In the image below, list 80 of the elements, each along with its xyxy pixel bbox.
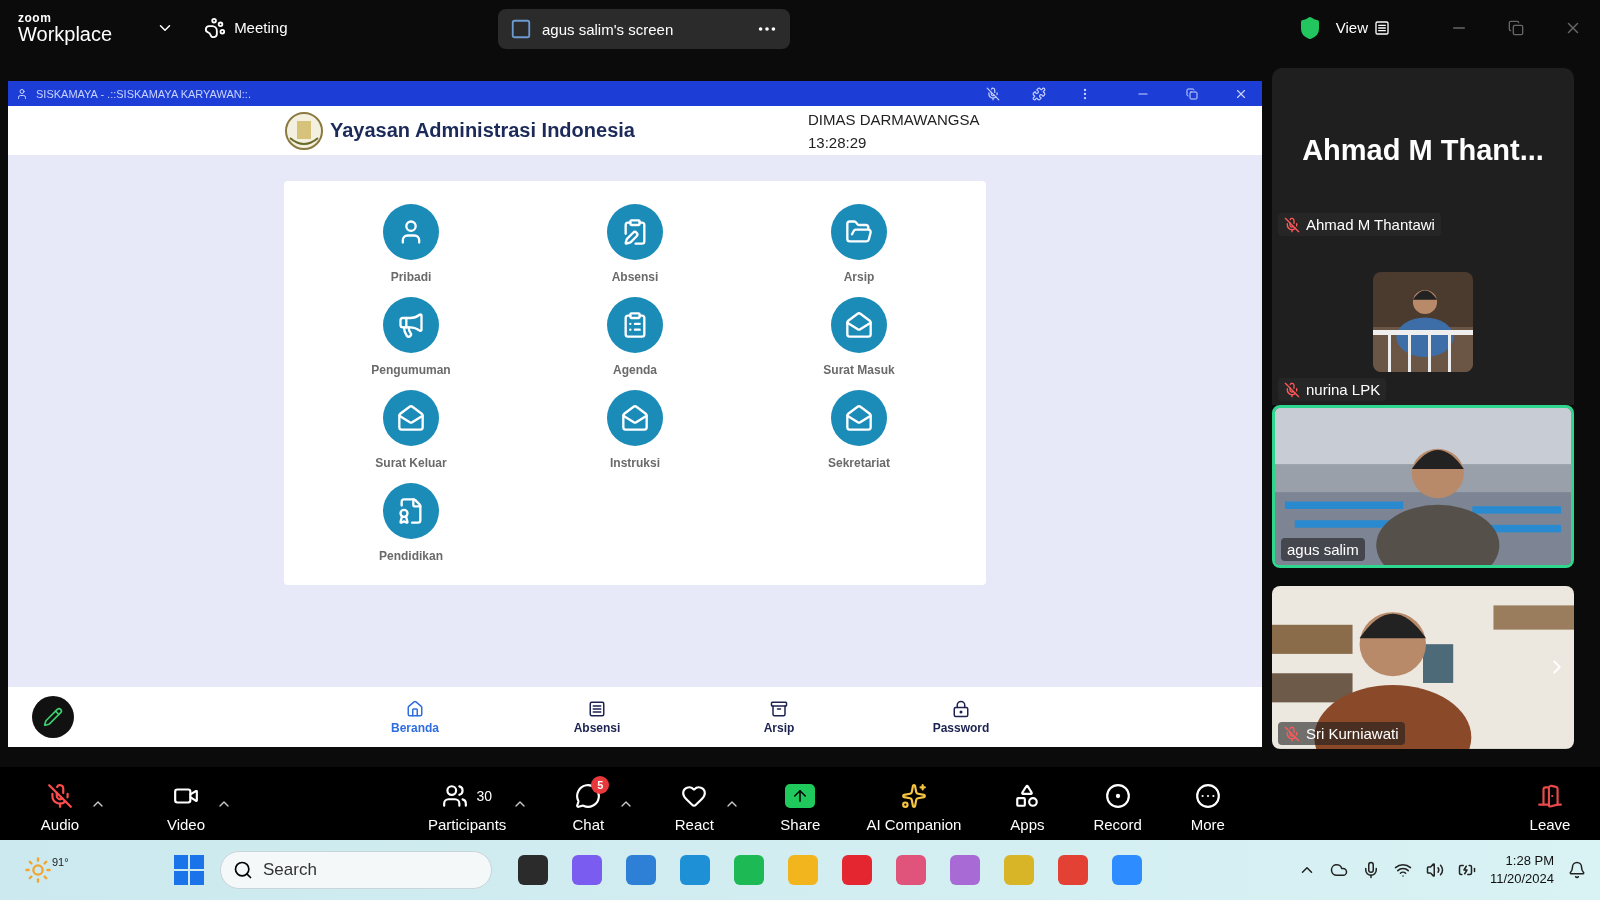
sparkle-icon [900,783,927,809]
megaphone-icon [397,311,425,339]
edit-button[interactable] [32,696,74,738]
organization-name: Yayasan Administrasi Indonesia [330,119,636,142]
cloud-icon[interactable] [1329,861,1348,879]
search-field[interactable]: Search [220,851,492,889]
toolbar-button[interactable]: Audio [30,772,90,835]
menu-item[interactable]: Absensi [523,204,747,288]
toolbar-button[interactable]: Share [770,772,831,835]
nav-tab[interactable]: Absensi [506,698,688,736]
restore-icon[interactable] [1508,19,1524,36]
participant-name: Ahmad M Thantawi [1306,216,1435,233]
wifi-icon[interactable] [1393,861,1412,879]
chat-bubble-icon [575,783,602,809]
meeting-label: Meeting [234,19,288,36]
toolbar-button[interactable]: Video [156,772,216,835]
toolbar-button[interactable]: React [664,772,725,835]
bell-icon[interactable] [1568,861,1586,879]
record-icon [1104,783,1131,809]
mail-icon [621,404,649,432]
certificate-icon [397,497,425,525]
temperature: 91° [52,856,69,868]
participant-name: agus salim [1287,541,1359,559]
puzzle-icon[interactable] [1032,86,1046,101]
layout-icon[interactable] [1374,19,1390,36]
windows-start-icon[interactable] [174,855,204,885]
share-pill[interactable]: agus salim's screen [498,9,790,49]
apps-icon [1014,783,1041,809]
menu-item[interactable]: Pengumuman [299,297,523,381]
participant-big-name: Ahmad M Thant... [1302,134,1544,167]
list-card-icon [588,699,606,718]
mic-off-icon[interactable] [986,86,1000,101]
menu-item[interactable]: Sekretariat [747,390,971,474]
heart-icon [681,783,708,809]
taskbar-date: 11/20/2024 [1489,870,1554,888]
participant-name: nurina LPK [1306,381,1381,398]
app-icon [16,87,28,100]
menu-item[interactable]: Surat Masuk [747,297,971,381]
menu-item[interactable]: Surat Keluar [299,390,523,474]
more-icon [1194,783,1221,809]
view-label[interactable]: View [1335,19,1368,36]
brand-label: zoom [18,11,53,24]
restore-icon[interactable] [1186,87,1198,100]
home-icon [406,699,424,718]
share-icon [785,784,816,808]
toolbar-button[interactable]: 5 Chat [558,772,619,835]
speaker-icon[interactable] [1425,861,1444,879]
nav-tab[interactable]: Arsip [688,698,870,736]
user-name: DIMAS DARMAWANGSA [808,109,980,130]
nav-tab[interactable]: Password [870,698,1052,736]
mail-icon [845,311,873,339]
leave-icon [1537,783,1563,809]
lock-icon [952,699,970,718]
clock-time: 13:28:29 [808,132,868,153]
toolbar-button[interactable]: Record [1087,772,1148,835]
toolbar-button[interactable]: AI Companion [860,772,968,835]
archive-icon [770,699,788,718]
brand-name: Workplace [18,23,113,44]
toolbar-button[interactable]: More [1177,772,1238,835]
pencil-icon [43,707,63,727]
menu-item[interactable]: Agenda [523,297,747,381]
mail-icon [845,404,873,432]
menu-item[interactable]: Pendidikan [299,483,523,567]
chat-badge: 5 [591,776,610,794]
toolbar-button[interactable]: Leave [1520,772,1580,835]
menu-item[interactable]: Instruksi [523,390,747,474]
mail-icon [397,404,425,432]
menu-item[interactable]: Pribadi [299,204,523,288]
window-title: SISKAMAYA - .::SISKAMAYA KARYAWAN::. [36,87,252,100]
toolbar-button[interactable]: 30 Participants [422,772,513,835]
people-icon [442,783,469,809]
taskbar-time: 1:28 PM [1505,852,1554,870]
nav-tab[interactable]: Beranda [324,698,506,736]
app-icon[interactable] [518,855,548,885]
menu-item[interactable]: Arsip [747,204,971,288]
participant-name: Sri Kurniawati [1306,725,1399,742]
search-icon [233,860,253,880]
toolbar-button[interactable]: Apps [997,772,1058,835]
emblem-logo [284,109,324,152]
meeting-icon [204,16,227,39]
